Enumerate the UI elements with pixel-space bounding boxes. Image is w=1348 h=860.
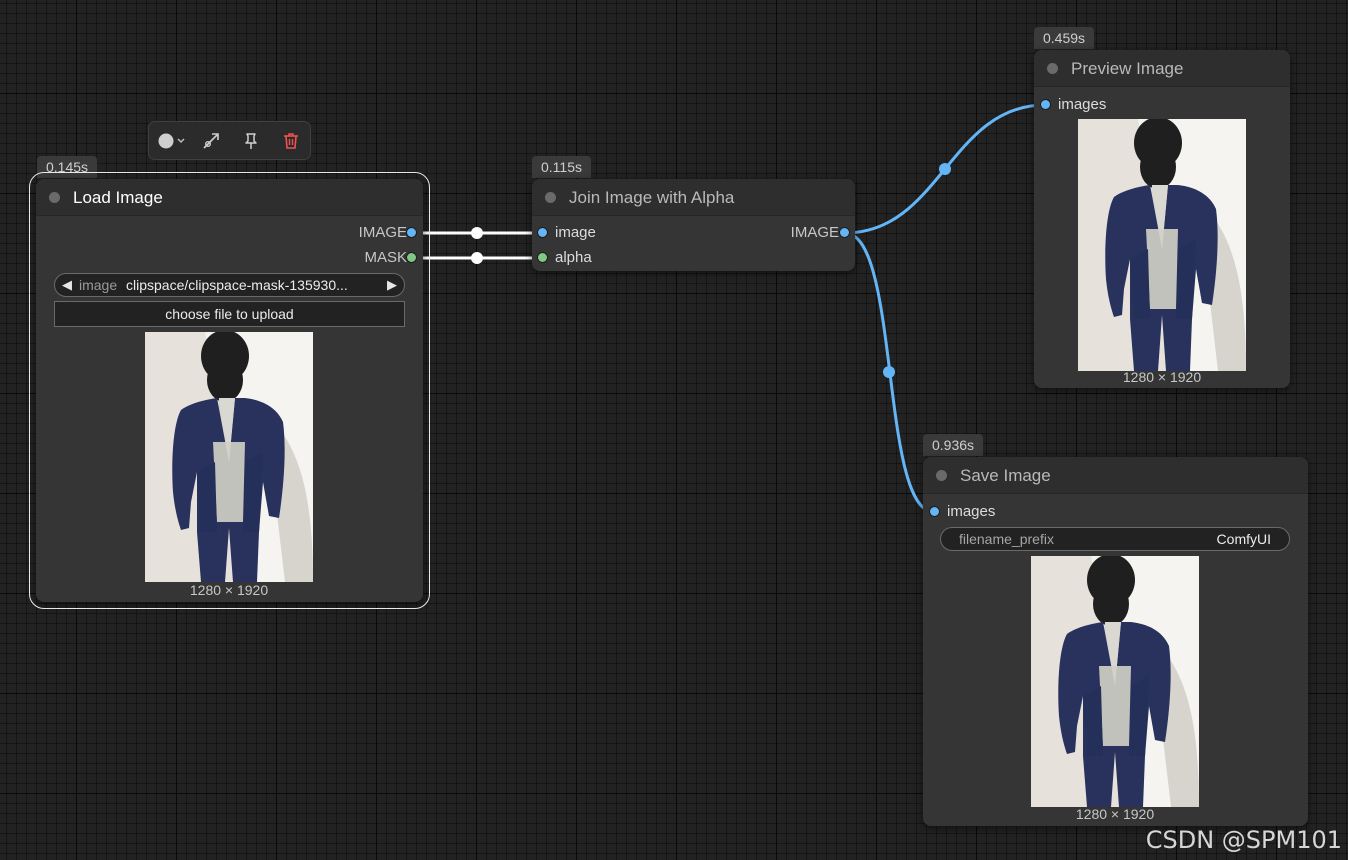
execution-time-badge: 0.936s <box>923 434 984 456</box>
input-socket-icon[interactable] <box>538 253 547 262</box>
slot-label: alpha <box>555 249 592 266</box>
save-image-node[interactable]: Save Image images filename_prefix ComfyU… <box>923 457 1308 826</box>
image-combo-widget[interactable]: ◀ image clipspace/clipspace-mask-135930.… <box>54 273 405 297</box>
slot-label: IMAGE <box>358 224 407 241</box>
output-socket-icon[interactable] <box>840 228 849 237</box>
collapse-dot-icon[interactable] <box>545 192 556 203</box>
combo-prev-arrow-icon[interactable]: ◀ <box>62 274 72 296</box>
execution-time-badge: 0.459s <box>1034 27 1095 49</box>
person-photo <box>145 332 313 582</box>
image-dimensions: 1280 × 1920 <box>189 582 269 598</box>
watermark: CSDN @SPM101 <box>1145 826 1342 854</box>
slot-label: MASK <box>364 249 407 266</box>
node-header[interactable]: Load Image <box>36 179 423 216</box>
node-title: Preview Image <box>1071 59 1184 78</box>
output-socket-icon[interactable] <box>407 253 416 262</box>
output-socket-icon[interactable] <box>407 228 416 237</box>
image-preview <box>1078 119 1246 371</box>
upload-button[interactable]: choose file to upload <box>54 301 405 327</box>
bypass-icon <box>203 132 219 149</box>
node-header[interactable]: Save Image <box>923 457 1308 494</box>
preview-image-node[interactable]: Preview Image images 1280 × 1920 <box>1034 50 1290 388</box>
slot-label: images <box>1058 96 1107 113</box>
combo-label: image <box>79 277 118 293</box>
node-title: Join Image with Alpha <box>569 188 735 207</box>
field-label: filename_prefix <box>959 531 1054 547</box>
color-picker-icon <box>158 133 185 148</box>
link-midpoint-preview[interactable] <box>939 163 951 175</box>
delete-icon <box>284 132 298 149</box>
image-dimensions: 1280 × 1920 <box>1075 806 1155 822</box>
color-picker-button[interactable] <box>153 122 193 159</box>
field-value: ComfyUI <box>1216 531 1271 547</box>
image-preview <box>145 332 313 582</box>
output-slot-image[interactable]: IMAGE <box>36 223 423 243</box>
collapse-dot-icon[interactable] <box>1047 63 1058 74</box>
bypass-button[interactable] <box>195 122 227 159</box>
execution-time-badge: 0.115s <box>532 156 591 178</box>
pin-icon <box>245 132 257 149</box>
pin-button[interactable] <box>235 122 267 159</box>
node-title: Save Image <box>960 466 1051 485</box>
image-preview <box>1031 556 1199 807</box>
node-title: Load Image <box>73 188 163 207</box>
person-photo <box>1078 119 1246 371</box>
link-midpoint-image[interactable] <box>471 227 483 239</box>
collapse-dot-icon[interactable] <box>49 192 60 203</box>
node-header[interactable]: Join Image with Alpha <box>532 179 855 216</box>
filename-prefix-field[interactable]: filename_prefix ComfyUI <box>940 527 1290 551</box>
node-header[interactable]: Preview Image <box>1034 50 1290 87</box>
execution-time-badge: 0.145s <box>37 156 98 178</box>
slot-label: IMAGE <box>790 224 839 241</box>
load-image-node[interactable]: Load Image IMAGE MASK ◀ image clipspace/… <box>29 172 430 609</box>
combo-value: clipspace/clipspace-mask-135930... <box>126 277 348 293</box>
input-socket-icon[interactable] <box>930 507 939 516</box>
image-dimensions: 1280 × 1920 <box>1122 369 1202 385</box>
delete-button[interactable] <box>275 122 307 159</box>
collapse-dot-icon[interactable] <box>936 470 947 481</box>
link-midpoint-save[interactable] <box>883 366 895 378</box>
slot-label: images <box>947 503 996 520</box>
output-slot-image[interactable]: IMAGE <box>532 223 855 243</box>
input-socket-icon[interactable] <box>1041 100 1050 109</box>
person-photo <box>1031 556 1199 807</box>
link-midpoint-mask[interactable] <box>471 252 483 264</box>
join-image-alpha-node[interactable]: Join Image with Alpha image alpha IMAGE <box>532 179 855 271</box>
output-slot-mask[interactable]: MASK <box>36 248 423 268</box>
combo-next-arrow-icon[interactable]: ▶ <box>387 274 397 296</box>
selection-toolbox <box>148 121 311 160</box>
